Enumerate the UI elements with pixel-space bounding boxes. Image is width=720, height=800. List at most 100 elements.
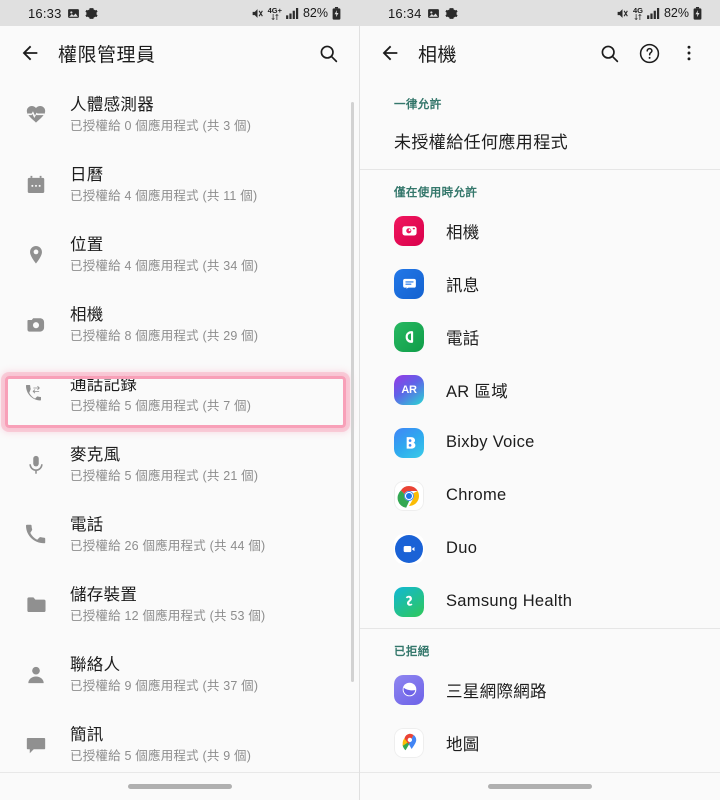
permission-subtitle: 已授權給 4 個應用程式 (共 34 個) xyxy=(70,259,259,273)
page-title: 權限管理員 xyxy=(58,44,156,66)
gesture-pill[interactable] xyxy=(488,784,592,789)
permission-subtitle: 已授權給 5 個應用程式 (共 9 個) xyxy=(70,749,252,763)
permission-subtitle: 已授權給 9 個應用程式 (共 37 個) xyxy=(70,679,259,693)
permission-text: 麥克風已授權給 5 個應用程式 (共 21 個) xyxy=(70,444,258,486)
permission-row-0[interactable]: 人體感測器 已授權給 0 個應用程式 (共 3 個) xyxy=(0,80,359,150)
app-row-google-duo-icon[interactable]: Duo xyxy=(360,522,720,575)
permission-row-3[interactable]: 相機 已授權給 8 個應用程式 (共 29 個) xyxy=(0,290,359,360)
status-bar-right-group: 4G+ 82% xyxy=(251,6,349,20)
permission-row-9[interactable]: 簡訊已授權給 5 個應用程式 (共 9 個) xyxy=(0,710,359,780)
samsung-camera-icon xyxy=(394,215,424,246)
app-name-label: 相機 xyxy=(446,223,480,242)
permission-subtitle: 已授權給 26 個應用程式 (共 44 個) xyxy=(70,539,266,553)
permission-subtitle: 已授權給 4 個應用程式 (共 11 個) xyxy=(70,189,258,203)
ar-zone-icon: AR xyxy=(394,374,424,405)
permission-row-4[interactable]: 通話記錄 已授權給 5 個應用程式 (共 7 個) xyxy=(0,360,359,430)
permission-text: 儲存裝置已授權給 12 個應用程式 (共 53 個) xyxy=(70,584,265,626)
permission-row-7[interactable]: 儲存裝置已授權給 12 個應用程式 (共 53 個) xyxy=(0,570,359,640)
app-name-label: 訊息 xyxy=(446,276,480,295)
page-title: 相機 xyxy=(418,44,458,66)
permission-row-6[interactable]: 電話已授權給 26 個應用程式 (共 44 個) xyxy=(0,500,359,570)
app-row-samsung-messages-icon[interactable]: 訊息 xyxy=(360,257,720,310)
permission-subtitle: 已授權給 12 個應用程式 (共 53 個) xyxy=(70,609,266,623)
samsung-health-icon xyxy=(394,586,424,617)
google-maps-icon xyxy=(394,727,424,758)
permission-title: 相機 xyxy=(70,306,104,324)
scrollbar[interactable] xyxy=(351,102,354,682)
back-arrow-icon[interactable] xyxy=(372,35,408,71)
samsung-internet-icon xyxy=(394,674,424,705)
permission-text: 簡訊已授權給 5 個應用程式 (共 9 個) xyxy=(70,724,251,766)
permission-row-5[interactable]: 麥克風已授權給 5 個應用程式 (共 21 個) xyxy=(0,430,359,500)
battery-icon xyxy=(332,6,341,20)
app-name-label: 三星網際網路 xyxy=(446,682,547,701)
permission-text: 位置 已授權給 4 個應用程式 (共 34 個) xyxy=(70,234,258,276)
app-name-label: Samsung Health xyxy=(446,592,573,610)
location-pin-icon xyxy=(14,233,58,277)
chrome-icon xyxy=(394,480,424,511)
gesture-nav-bar-right xyxy=(360,772,720,800)
mute-icon xyxy=(616,7,629,20)
gesture-pill[interactable] xyxy=(127,784,232,789)
permission-title: 日曆 xyxy=(70,166,104,184)
app-row-samsung-phone-icon[interactable]: 電話 xyxy=(360,310,720,363)
permission-text: 電話已授權給 26 個應用程式 (共 44 個) xyxy=(70,514,265,556)
search-icon[interactable] xyxy=(590,34,628,72)
back-arrow-icon[interactable] xyxy=(12,35,48,71)
permission-row-8[interactable]: 聯絡人已授權給 9 個應用程式 (共 37 個) xyxy=(0,640,359,710)
app-row-chrome-icon[interactable]: Chrome xyxy=(360,469,720,522)
permission-title: 聯絡人 xyxy=(70,656,121,674)
permission-subtitle: 已授權給 5 個應用程式 (共 21 個) xyxy=(70,469,259,483)
dual-screenshot-container: 16:33 4G+ 82% 權限管理員 人體感測器 已授權給 0 個應用程式 (… xyxy=(0,0,720,800)
permission-text: 通話記錄 已授權給 5 個應用程式 (共 7 個) xyxy=(70,374,251,416)
app-row-samsung-camera-icon[interactable]: 相機 xyxy=(360,204,720,257)
battery-percent-label: 82% xyxy=(302,6,328,20)
app-row-samsung-health-icon[interactable]: Samsung Health xyxy=(360,575,720,628)
app-name-label: Bixby Voice xyxy=(446,433,535,451)
status-time: 16:34 xyxy=(388,5,422,21)
contact-icon xyxy=(14,653,58,697)
camera-icon xyxy=(14,303,58,347)
signal-bars-icon xyxy=(286,7,299,19)
bixby-voice-icon xyxy=(394,427,424,458)
permission-title: 簡訊 xyxy=(70,726,104,744)
section-header-2: 已拒絕 xyxy=(394,646,430,658)
right-screen-camera-permission: 16:34 4G 82% 相機 一律允許 未授權給任何應用程式 僅在使用時允許 … xyxy=(360,0,720,800)
app-row-ar-zone-icon[interactable]: AR AR 區域 xyxy=(360,363,720,416)
samsung-messages-icon xyxy=(394,268,424,299)
permission-row-1[interactable]: 日曆已授權給 4 個應用程式 (共 11 個) xyxy=(0,150,359,220)
permission-text: 日曆已授權給 4 個應用程式 (共 11 個) xyxy=(70,164,257,206)
status-bar-left: 16:33 4G+ 82% xyxy=(0,0,359,26)
permission-text: 人體感測器 已授權給 0 個應用程式 (共 3 個) xyxy=(70,94,251,136)
image-icon xyxy=(67,7,80,20)
permission-title: 儲存裝置 xyxy=(70,586,138,604)
status-bar-right-right-group: 4G 82% xyxy=(616,6,710,20)
battery-icon xyxy=(693,6,702,20)
app-bar-actions-left xyxy=(309,34,347,72)
app-row-bixby-voice-icon[interactable]: Bixby Voice xyxy=(360,416,720,469)
gear-icon xyxy=(84,7,98,20)
left-screen-permission-manager: 16:33 4G+ 82% 權限管理員 人體感測器 已授權給 0 個應用程式 (… xyxy=(0,0,360,800)
section-header-0: 一律允許 xyxy=(394,99,442,111)
gear-icon xyxy=(444,7,458,20)
signal-bars-icon xyxy=(647,7,660,19)
permission-list[interactable]: 人體感測器 已授權給 0 個應用程式 (共 3 個) 日曆已授權給 4 個應用程式 … xyxy=(0,80,359,800)
permission-row-2[interactable]: 位置 已授權給 4 個應用程式 (共 34 個) xyxy=(0,220,359,290)
app-name-label: 電話 xyxy=(446,329,480,348)
app-name-label: Duo xyxy=(446,539,478,557)
camera-permission-app-list[interactable]: 一律允許 未授權給任何應用程式 僅在使用時允許 相機 訊息 電話 AR AR 區域 Bixby … xyxy=(360,80,720,800)
section-empty-text-0: 未授權給任何應用程式 xyxy=(394,133,568,152)
permission-title: 麥克風 xyxy=(70,446,121,464)
permission-text: 聯絡人已授權給 9 個應用程式 (共 37 個) xyxy=(70,654,258,696)
search-icon[interactable] xyxy=(309,34,347,72)
network-4g-icon: 4G xyxy=(633,6,643,20)
folder-icon xyxy=(14,583,58,627)
battery-percent-label: 82% xyxy=(663,6,689,20)
more-vertical-icon[interactable] xyxy=(670,34,708,72)
app-row-google-maps-icon[interactable]: 地圖 xyxy=(360,716,720,769)
help-circle-icon[interactable] xyxy=(630,34,668,72)
status-bar-right-left-group: 16:34 xyxy=(370,6,458,21)
app-bar-right: 相機 xyxy=(360,26,720,80)
app-row-samsung-internet-icon[interactable]: 三星網際網路 xyxy=(360,663,720,716)
permission-title: 電話 xyxy=(70,516,104,534)
